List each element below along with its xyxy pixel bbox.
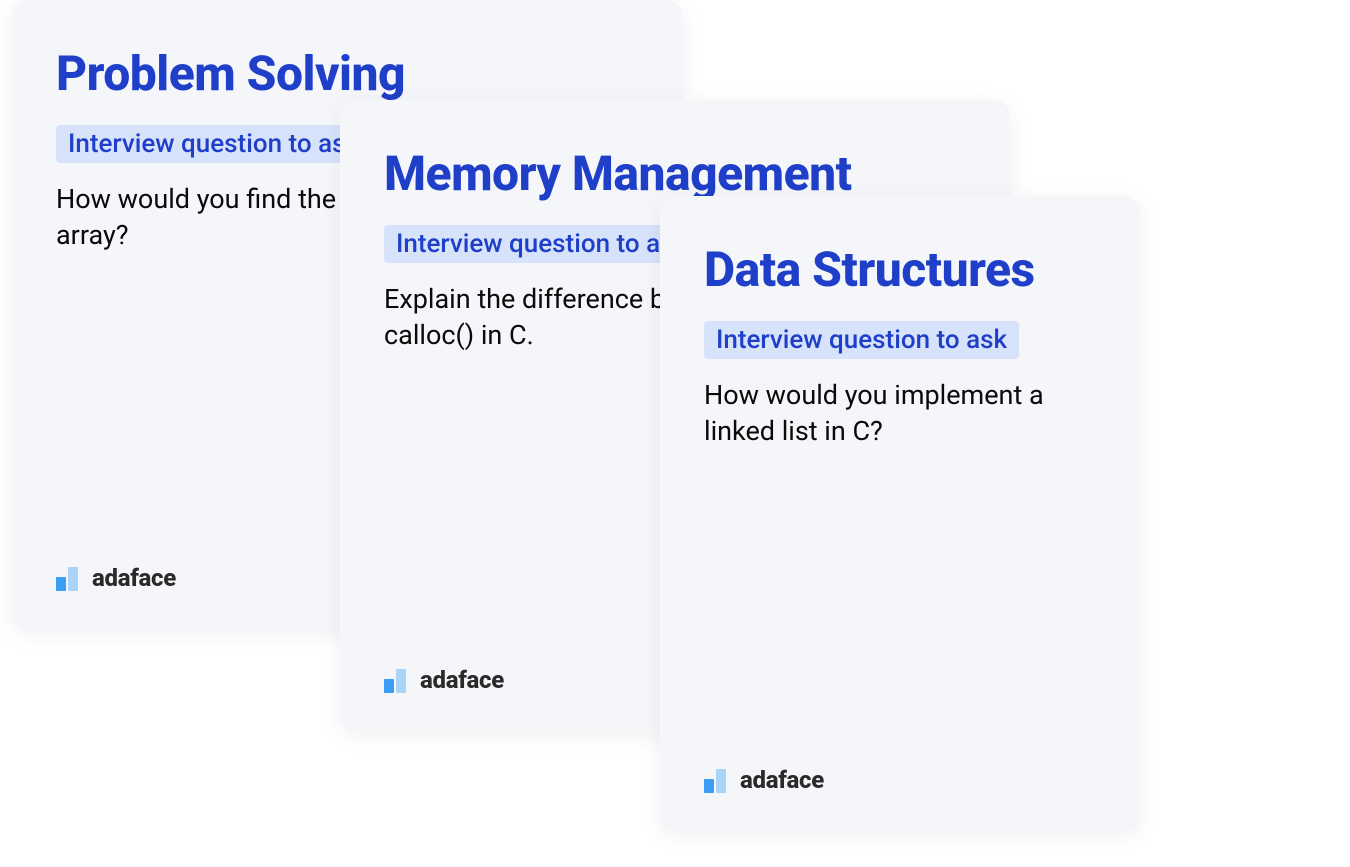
card-title: Problem Solving [56, 48, 638, 101]
logo: adaface [384, 666, 504, 694]
logo: adaface [56, 564, 176, 592]
logo-text: adaface [420, 666, 504, 694]
logo-text: adaface [92, 564, 176, 592]
adaface-logo-icon [384, 667, 410, 693]
card-title: Memory Management [384, 148, 966, 201]
card-title: Data Structures [704, 244, 1096, 297]
card-question: How would you implement a linked list in… [704, 377, 1096, 450]
logo-text: adaface [740, 766, 824, 794]
adaface-logo-icon [704, 767, 730, 793]
card-badge: Interview question to ask [704, 321, 1019, 359]
interview-card-data-structures: Data Structures Interview question to as… [660, 196, 1140, 832]
logo: adaface [704, 766, 824, 794]
adaface-logo-icon [56, 565, 82, 591]
card-badge: Interview question to ask [56, 125, 371, 163]
card-badge: Interview question to ask [384, 225, 699, 263]
